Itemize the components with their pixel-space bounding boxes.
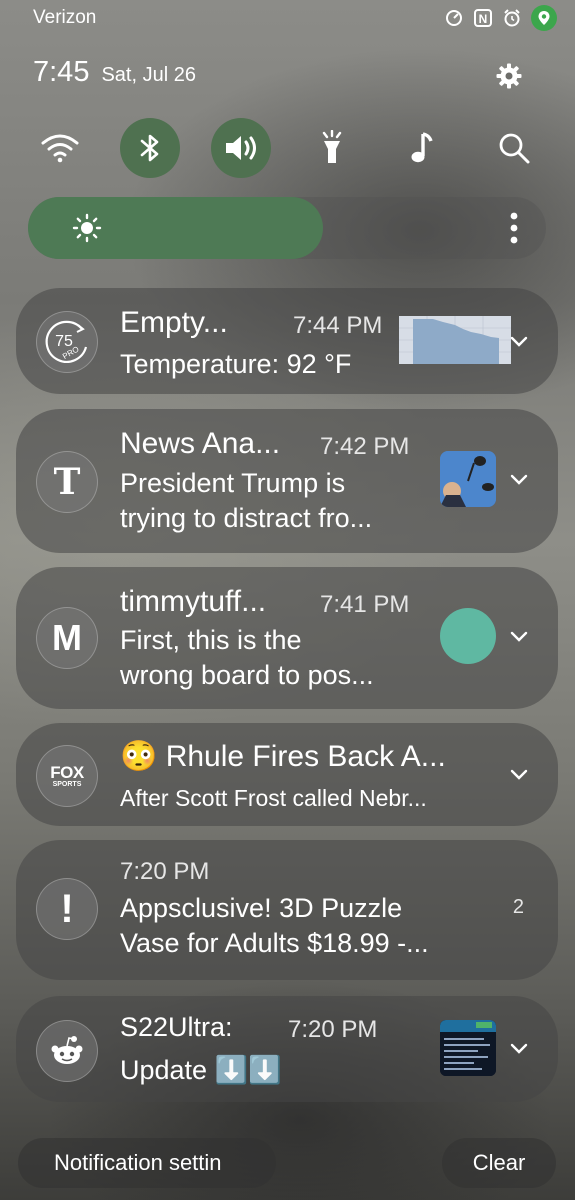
notification-card[interactable]: 75 PRO Empty... 7:44 PM Temperature: 92 … <box>16 288 558 394</box>
notification-body-line: trying to distract fro... <box>120 503 373 533</box>
data-saver-icon <box>444 8 464 28</box>
notification-time: 7:20 PM <box>120 858 210 885</box>
badge-text: M <box>52 617 82 658</box>
notification-settings-label: Notification settin <box>54 1150 222 1175</box>
quick-settings-row <box>30 118 550 180</box>
notification-body-line: First, this is the <box>120 625 302 655</box>
post-screenshot-thumbnail <box>440 1020 496 1076</box>
gear-icon[interactable] <box>495 62 523 90</box>
avatar <box>440 608 496 664</box>
notification-body-line: wrong board to pos... <box>120 660 374 690</box>
location-icon <box>531 5 557 31</box>
status-bar: Verizon N <box>0 0 575 36</box>
notification-footer: Notification settin Clear <box>0 1138 575 1188</box>
clock-row: 7:45 Sat, Jul 26 <box>33 56 196 89</box>
clock-date: Sat, Jul 26 <box>101 64 196 86</box>
badge-sub-text: SPORTS <box>52 781 82 788</box>
status-icons: N <box>444 5 557 31</box>
brightness-slider[interactable] <box>28 197 546 259</box>
notification-count: 2 <box>512 896 524 918</box>
svg-text:N: N <box>479 12 488 26</box>
nfc-icon: N <box>473 8 493 28</box>
notification-settings-button[interactable]: Notification settin <box>18 1138 276 1188</box>
music-toggle[interactable] <box>393 118 453 178</box>
notification-card[interactable]: S22Ultra: 7:20 PM Update ⬇️⬇️ <box>16 996 558 1102</box>
badge-text: T <box>53 461 81 503</box>
nyt-icon: T <box>36 451 98 513</box>
notification-body-line: Temperature: 92 °F <box>120 349 352 379</box>
notification-title: Empty... <box>120 306 228 339</box>
clock-time: 7:45 <box>33 56 90 88</box>
badge-text: ! <box>60 886 74 931</box>
notification-body-line: After Scott Frost called Nebr... <box>120 785 427 811</box>
notification-time: 7:42 PM <box>320 433 410 460</box>
search-icon <box>499 133 530 164</box>
notification-time: 7:20 PM <box>288 1016 378 1043</box>
notification-card[interactable]: M timmytuff... 7:41 PM First, this is th… <box>16 567 558 709</box>
alarm-icon <box>502 8 522 28</box>
badge-text: FOX <box>50 763 84 782</box>
search-toggle[interactable] <box>484 118 544 178</box>
notification-body-line: Appsclusive! 3D Puzzle <box>120 893 403 923</box>
notification-time: 7:44 PM <box>293 312 383 339</box>
notification-card[interactable]: T News Ana... 7:42 PM President Trump is… <box>16 409 558 553</box>
news-photo-thumbnail <box>440 451 496 507</box>
notification-body-line: President Trump is <box>120 468 346 498</box>
chevron-down-icon[interactable] <box>510 631 528 643</box>
clear-label: Clear <box>472 1150 526 1175</box>
notification-body-line: Update ⬇️⬇️ <box>120 1055 282 1085</box>
wifi-icon <box>41 134 79 163</box>
bluetooth-icon <box>140 134 159 162</box>
reddit-icon <box>36 1020 98 1082</box>
fox-sports-icon: FOX SPORTS <box>36 745 98 807</box>
chevron-down-icon[interactable] <box>510 769 528 781</box>
wifi-toggle[interactable] <box>30 118 90 178</box>
notification-card[interactable]: ! 7:20 PM Appsclusive! 3D Puzzle Vase fo… <box>16 840 558 980</box>
chevron-down-icon[interactable] <box>510 1043 528 1055</box>
music-note-icon <box>411 132 433 163</box>
clear-button[interactable]: Clear <box>442 1138 556 1188</box>
notification-card[interactable]: FOX SPORTS 😳 Rhule Fires Back A... After… <box>16 723 558 826</box>
chevron-down-icon[interactable] <box>510 336 528 348</box>
notification-title: S22Ultra: <box>120 1012 233 1042</box>
notification-title: 😳 Rhule Fires Back A... <box>120 740 446 773</box>
forecast-75-pro-icon: 75 PRO <box>36 311 98 373</box>
flashlight-icon <box>322 130 342 163</box>
more-options-icon[interactable] <box>510 212 518 244</box>
m-icon: M <box>36 607 98 669</box>
volume-icon <box>226 136 256 160</box>
chevron-down-icon[interactable] <box>510 474 528 486</box>
sound-toggle[interactable] <box>211 118 271 178</box>
flashlight-toggle[interactable] <box>302 118 362 178</box>
temperature-graph-thumbnail <box>399 316 511 364</box>
bluetooth-toggle[interactable] <box>120 118 180 178</box>
alert-icon: ! <box>36 878 98 940</box>
notification-time: 7:41 PM <box>320 591 410 618</box>
carrier-label: Verizon <box>33 7 97 28</box>
notification-title: timmytuff... <box>120 585 267 618</box>
notification-body-line: Vase for Adults $18.99 -... <box>120 928 429 958</box>
notification-title: News Ana... <box>120 427 281 460</box>
sun-icon <box>72 213 102 243</box>
